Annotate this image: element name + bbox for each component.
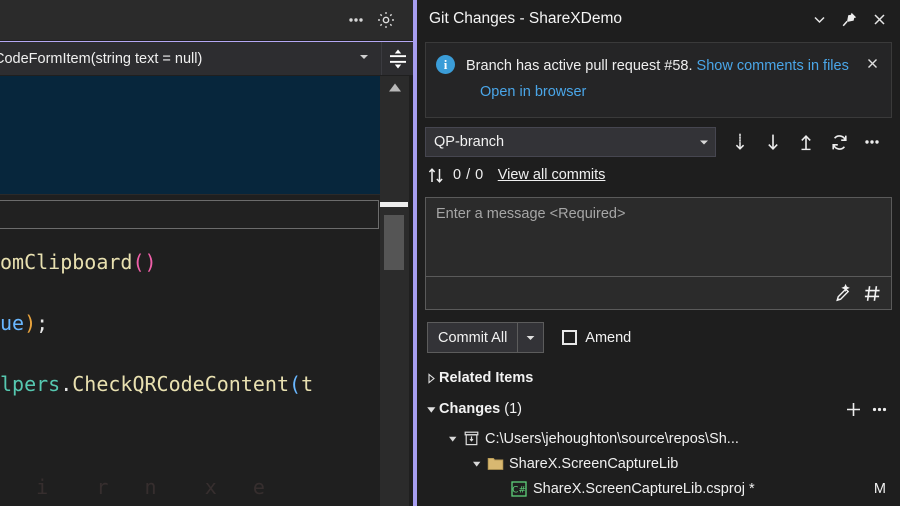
amend-label: Amend bbox=[585, 330, 631, 346]
git-changes-pane: Git Changes - ShareXDemo i bbox=[417, 0, 900, 506]
branch-selector[interactable]: QP-branch bbox=[425, 127, 716, 157]
info-badge: i bbox=[436, 55, 455, 74]
folder-icon bbox=[485, 456, 505, 471]
related-items-label: Related Items bbox=[439, 370, 533, 386]
chevron-down-icon[interactable] bbox=[804, 4, 834, 34]
hash-icon[interactable] bbox=[861, 282, 883, 304]
editor-toolstrip bbox=[0, 0, 413, 40]
amend-checkbox-box[interactable] bbox=[562, 330, 577, 345]
commit-all-button[interactable]: Commit All bbox=[427, 322, 544, 353]
csharp-project-icon: C# bbox=[509, 481, 529, 497]
split-horizontal-icon[interactable] bbox=[381, 42, 413, 75]
triangle-down-icon[interactable] bbox=[445, 434, 461, 444]
branch-toolbar-row: QP-branch bbox=[425, 127, 894, 157]
code-editor-pane: CodeFormItem(string text = null) omClipb… bbox=[0, 0, 417, 506]
show-comments-link[interactable]: Show comments in files bbox=[697, 58, 849, 74]
changes-count: (1) bbox=[504, 401, 522, 417]
svg-text:C#: C# bbox=[512, 485, 526, 495]
pull-down-arrow-icon[interactable] bbox=[757, 127, 789, 157]
close-icon[interactable] bbox=[859, 53, 885, 71]
commit-controls-row: Commit All Amend bbox=[427, 322, 900, 353]
fetch-icon[interactable] bbox=[724, 127, 756, 157]
pull-request-info-bar: i Branch has active pull request #58. Sh… bbox=[425, 42, 892, 118]
plus-icon[interactable] bbox=[840, 396, 866, 422]
triangle-down-icon[interactable] bbox=[423, 404, 439, 415]
code-line: ue); bbox=[0, 293, 380, 354]
scrollbar-thumb[interactable] bbox=[384, 215, 404, 270]
commit-message-box: Enter a message <Required> bbox=[425, 197, 892, 310]
amend-checkbox[interactable]: Amend bbox=[562, 330, 631, 346]
triangle-right-icon[interactable] bbox=[423, 373, 439, 384]
member-dropdown[interactable]: CodeFormItem(string text = null) bbox=[0, 42, 381, 75]
info-bar-text: Branch has active pull request #58. Show… bbox=[458, 53, 859, 105]
info-message: Branch has active pull request #58. bbox=[466, 58, 693, 74]
changes-section[interactable]: Changes (1) bbox=[417, 394, 900, 424]
scroll-up-arrow-icon[interactable] bbox=[380, 76, 409, 98]
sync-counts: 0 / 0 bbox=[453, 167, 484, 183]
code-line-partial: i r n x e bbox=[0, 457, 265, 506]
chevron-down-icon[interactable] bbox=[357, 49, 371, 68]
member-dropdown-bar: CodeFormItem(string text = null) bbox=[0, 41, 413, 75]
ellipsis-icon[interactable] bbox=[341, 6, 371, 34]
view-all-commits-link[interactable]: View all commits bbox=[498, 167, 606, 183]
git-actions-toolbar bbox=[724, 127, 888, 157]
commit-message-toolbar bbox=[426, 276, 891, 309]
ellipsis-icon[interactable] bbox=[856, 127, 888, 157]
open-in-browser-link[interactable]: Open in browser bbox=[480, 84, 586, 100]
ellipsis-icon[interactable] bbox=[866, 396, 892, 422]
tree-row[interactable]: C:\Users\jehoughton\source\repos\Sh... bbox=[417, 426, 900, 451]
close-icon[interactable] bbox=[864, 4, 894, 34]
tree-row-label: ShareX.ScreenCaptureLib.csproj * bbox=[533, 481, 755, 497]
info-icon: i bbox=[436, 55, 458, 74]
code-line: omClipboard() bbox=[0, 232, 380, 293]
branch-name: QP-branch bbox=[434, 134, 504, 150]
code-line: lpers.CheckQRCodeContent(t bbox=[0, 354, 380, 415]
sync-status-row: 0 / 0 View all commits bbox=[427, 163, 900, 187]
scrollbar-marker bbox=[380, 202, 408, 207]
gear-icon[interactable] bbox=[371, 6, 401, 34]
git-changes-header: Git Changes - ShareXDemo bbox=[417, 0, 900, 38]
chevron-down-icon[interactable] bbox=[518, 323, 543, 352]
sync-refresh-icon[interactable] bbox=[823, 127, 855, 157]
related-items-section[interactable]: Related Items bbox=[417, 363, 900, 393]
changes-label: Changes bbox=[439, 401, 500, 417]
quick-info-footer bbox=[0, 200, 379, 229]
member-dropdown-value: CodeFormItem(string text = null) bbox=[0, 51, 202, 67]
tree-row[interactable]: ShareX.ScreenCaptureLib bbox=[417, 451, 900, 476]
triangle-down-icon[interactable] bbox=[469, 459, 485, 469]
quick-info-popup bbox=[0, 76, 380, 195]
tree-row-status: M bbox=[874, 481, 900, 497]
code-text-area[interactable]: omClipboard() ue); lpers.CheckQRCodeCont… bbox=[0, 232, 380, 506]
push-up-arrow-icon[interactable] bbox=[790, 127, 822, 157]
tree-row-label: C:\Users\jehoughton\source\repos\Sh... bbox=[485, 431, 739, 447]
tree-row-label: ShareX.ScreenCaptureLib bbox=[509, 456, 678, 472]
chevron-down-icon[interactable] bbox=[693, 128, 715, 156]
application-window: CodeFormItem(string text = null) omClipb… bbox=[0, 0, 900, 506]
up-down-arrows-icon bbox=[427, 167, 446, 184]
changes-file-tree: C:\Users\jehoughton\source\repos\Sh... S… bbox=[417, 426, 900, 501]
commit-all-label: Commit All bbox=[428, 323, 518, 352]
commit-message-input[interactable]: Enter a message <Required> bbox=[426, 198, 891, 276]
repository-icon bbox=[461, 430, 481, 447]
tree-row[interactable]: C# ShareX.ScreenCaptureLib.csproj * M bbox=[417, 476, 900, 501]
git-changes-title: Git Changes - ShareXDemo bbox=[429, 10, 804, 28]
sparkle-pen-icon[interactable] bbox=[831, 282, 853, 304]
editor-vertical-scrollbar[interactable] bbox=[380, 76, 409, 506]
pin-icon[interactable] bbox=[834, 4, 864, 34]
